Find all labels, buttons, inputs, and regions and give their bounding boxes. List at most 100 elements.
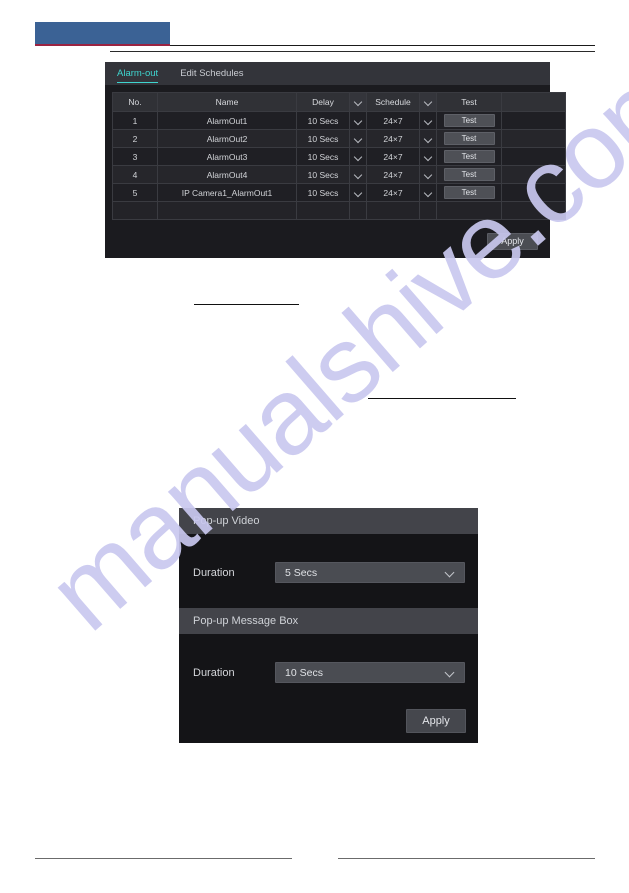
test-button[interactable]: Test	[443, 186, 495, 199]
cell-delay-dropdown[interactable]	[349, 147, 367, 166]
cell-empty	[436, 201, 502, 220]
chevron-down-icon	[420, 130, 436, 147]
body-rule-lower	[368, 398, 516, 399]
popup-video-duration-value: 5 Secs	[285, 566, 318, 579]
col-header-delay: Delay	[296, 92, 350, 112]
cell-delay-dropdown[interactable]	[349, 129, 367, 148]
alarm-out-table-area: No. Name Delay Schedule Test 1 AlarmOut1…	[105, 85, 566, 220]
apply-button[interactable]: Apply	[406, 709, 466, 733]
cell-spacer	[501, 111, 566, 130]
cell-no: 1	[112, 111, 158, 130]
popup-video-section-title: Pop-up Video	[179, 508, 478, 534]
col-header-spacer	[501, 92, 566, 112]
cell-no: 5	[112, 183, 158, 202]
footer-rule-right	[338, 858, 595, 859]
popup-message-duration-value: 10 Secs	[285, 666, 323, 679]
cell-test: Test	[436, 147, 502, 166]
document-page: manualshive.com Alarm-out Edit Schedules…	[0, 0, 629, 893]
test-button[interactable]: Test	[443, 168, 495, 181]
popup-message-duration-row: Duration 10 Secs	[179, 634, 478, 683]
alarm-out-table: No. Name Delay Schedule Test 1 AlarmOut1…	[112, 92, 566, 220]
cell-delay-value[interactable]: 10 Secs	[296, 147, 350, 166]
col-header-name: Name	[157, 92, 297, 112]
popup-video-section-body: Duration 5 Secs	[179, 534, 478, 608]
cell-empty	[157, 201, 297, 220]
test-button[interactable]: Test	[443, 150, 495, 163]
cell-delay-dropdown[interactable]	[349, 111, 367, 130]
cell-schedule-dropdown[interactable]	[419, 129, 437, 148]
cell-schedule-dropdown[interactable]	[419, 147, 437, 166]
cell-empty	[501, 201, 566, 220]
cell-schedule-dropdown[interactable]	[419, 183, 437, 202]
table-row: 3 AlarmOut3 10 Secs 24×7 Test	[112, 147, 566, 166]
apply-button[interactable]: Apply	[487, 233, 538, 250]
table-row: 2 AlarmOut2 10 Secs 24×7 Test	[112, 129, 566, 148]
popup-message-section-title: Pop-up Message Box	[179, 608, 478, 634]
cell-test: Test	[436, 183, 502, 202]
col-header-delay-batch-dropdown[interactable]	[349, 92, 367, 112]
header-blue-band	[35, 22, 170, 44]
cell-no: 3	[112, 147, 158, 166]
cell-name: AlarmOut2	[157, 129, 297, 148]
chevron-down-icon	[350, 130, 366, 147]
cell-name: AlarmOut4	[157, 165, 297, 184]
cell-spacer	[501, 165, 566, 184]
chevron-down-icon	[350, 93, 366, 111]
table-row-empty	[112, 201, 566, 220]
col-header-schedule: Schedule	[366, 92, 420, 112]
cell-delay-dropdown[interactable]	[349, 183, 367, 202]
test-button[interactable]: Test	[443, 114, 495, 127]
cell-name: AlarmOut1	[157, 111, 297, 130]
cell-delay-value[interactable]: 10 Secs	[296, 165, 350, 184]
body-rule-upper	[194, 304, 299, 305]
chevron-down-icon	[420, 93, 436, 111]
chevron-down-icon	[420, 166, 436, 183]
cell-delay-dropdown[interactable]	[349, 165, 367, 184]
cell-spacer	[501, 147, 566, 166]
cell-schedule-value[interactable]: 24×7	[366, 111, 420, 130]
cell-no: 4	[112, 165, 158, 184]
alarm-out-footer: Apply	[105, 222, 550, 258]
table-row: 5 IP Camera1_AlarmOut1 10 Secs 24×7 Test	[112, 183, 566, 202]
popup-settings-panel: Pop-up Video Duration 5 Secs Pop-up Mess…	[179, 508, 478, 743]
tab-edit-schedules[interactable]: Edit Schedules	[180, 62, 243, 86]
test-button[interactable]: Test	[443, 132, 495, 145]
cell-delay-value[interactable]: 10 Secs	[296, 183, 350, 202]
chevron-down-icon	[446, 569, 455, 578]
cell-schedule-value[interactable]: 24×7	[366, 183, 420, 202]
popup-video-duration-label: Duration	[193, 566, 235, 579]
alarm-out-table-body: 1 AlarmOut1 10 Secs 24×7 Test 2 AlarmOut2 10 Se…	[112, 111, 566, 220]
header-secondary-rule	[110, 51, 595, 52]
cell-spacer	[501, 183, 566, 202]
cell-delay-value[interactable]: 10 Secs	[296, 129, 350, 148]
cell-test: Test	[436, 129, 502, 148]
table-header-row: No. Name Delay Schedule Test	[112, 92, 566, 112]
cell-schedule-value[interactable]: 24×7	[366, 129, 420, 148]
alarm-out-tabbar: Alarm-out Edit Schedules	[105, 62, 550, 85]
cell-schedule-value[interactable]: 24×7	[366, 165, 420, 184]
cell-empty	[112, 201, 158, 220]
cell-empty	[419, 201, 437, 220]
chevron-down-icon	[350, 112, 366, 129]
chevron-down-icon	[350, 148, 366, 165]
chevron-down-icon	[350, 166, 366, 183]
popup-video-duration-select[interactable]: 5 Secs	[275, 562, 465, 583]
cell-name: AlarmOut3	[157, 147, 297, 166]
popup-message-duration-label: Duration	[193, 666, 235, 679]
popup-message-duration-select[interactable]: 10 Secs	[275, 662, 465, 683]
cell-schedule-dropdown[interactable]	[419, 111, 437, 130]
cell-delay-value[interactable]: 10 Secs	[296, 111, 350, 130]
cell-empty	[296, 201, 350, 220]
cell-test: Test	[436, 165, 502, 184]
col-header-no: No.	[112, 92, 158, 112]
chevron-down-icon	[420, 112, 436, 129]
cell-schedule-dropdown[interactable]	[419, 165, 437, 184]
col-header-test: Test	[436, 92, 502, 112]
header-red-accent	[35, 44, 170, 46]
cell-schedule-value[interactable]: 24×7	[366, 147, 420, 166]
table-row: 4 AlarmOut4 10 Secs 24×7 Test	[112, 165, 566, 184]
cell-empty	[349, 201, 367, 220]
tab-alarm-out[interactable]: Alarm-out	[117, 62, 159, 86]
col-header-schedule-batch-dropdown[interactable]	[419, 92, 437, 112]
cell-empty	[366, 201, 420, 220]
